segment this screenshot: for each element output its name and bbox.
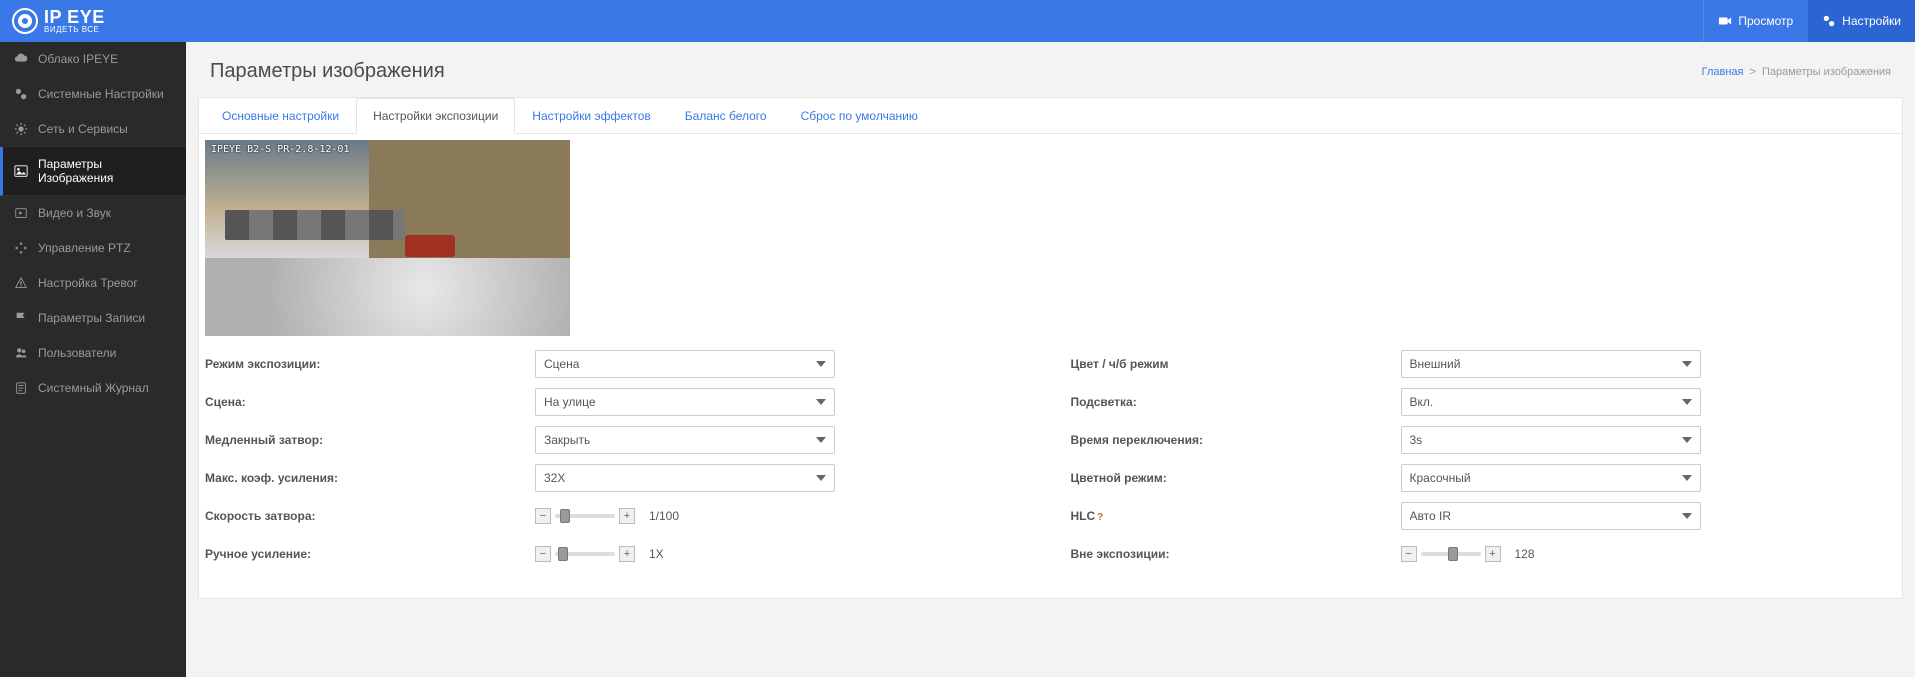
form-right-col: Цвет / ч/б режим Внешний Подсветка: Вкл.: [1071, 350, 1897, 578]
sidebar-label: Управление PTZ: [38, 241, 131, 255]
breadcrumb-sep: >: [1750, 66, 1756, 78]
minus-icon[interactable]: −: [535, 508, 551, 524]
sidebar-item-ptz[interactable]: Управление PTZ: [0, 231, 186, 266]
sidebar-label: Пользователи: [38, 346, 116, 360]
max-gain-select[interactable]: 32X: [535, 464, 835, 492]
sidebar-label: Настройка Тревог: [38, 276, 138, 290]
sidebar-item-record[interactable]: Параметры Записи: [0, 301, 186, 336]
tab-white-balance[interactable]: Баланс белого: [668, 98, 784, 134]
manual-gain-slider[interactable]: − +: [535, 546, 635, 562]
minus-icon[interactable]: −: [1401, 546, 1417, 562]
top-actions: Просмотр Настройки: [1703, 0, 1915, 42]
warning-icon: [14, 276, 28, 290]
breadcrumb-current: Параметры изображения: [1762, 66, 1891, 78]
sidebar-item-system[interactable]: Системные Настройки: [0, 77, 186, 112]
gears-icon: [14, 87, 28, 101]
manual-gain-value: 1X: [649, 547, 689, 561]
backlight-select[interactable]: Вкл.: [1401, 388, 1701, 416]
switch-time-select[interactable]: 3s: [1401, 426, 1701, 454]
logo-eye-icon: [12, 8, 38, 34]
exposure-mode-label: Режим экспозиции:: [205, 357, 535, 371]
switch-time-label: Время переключения:: [1071, 433, 1401, 447]
manual-gain-label: Ручное усиление:: [205, 547, 535, 561]
color-profile-select[interactable]: Красочный: [1401, 464, 1701, 492]
plus-icon[interactable]: +: [619, 508, 635, 524]
sidebar-item-cloud[interactable]: Облако IPEYE: [0, 42, 186, 77]
preview-overlay-text: IPEYE B2-S PR-2.8-12-01: [211, 144, 349, 155]
plus-icon[interactable]: +: [619, 546, 635, 562]
backlight-label: Подсветка:: [1071, 395, 1401, 409]
sidebar-label: Системные Настройки: [38, 87, 164, 101]
out-exposure-value: 128: [1515, 547, 1555, 561]
arrows-icon: [14, 241, 28, 255]
sidebar-label: Параметры Записи: [38, 311, 145, 325]
preview-label: Просмотр: [1738, 14, 1793, 28]
breadcrumb: Главная > Параметры изображения: [1702, 66, 1891, 78]
tab-exposure[interactable]: Настройки экспозиции: [356, 98, 515, 134]
camera-icon: [1718, 14, 1732, 28]
settings-label: Настройки: [1842, 14, 1901, 28]
form-left-col: Режим экспозиции: Сцена Сцена: На улице: [205, 350, 1031, 578]
out-exposure-slider[interactable]: − +: [1401, 546, 1501, 562]
flag-icon: [14, 311, 28, 325]
max-gain-label: Макс. коэф. усиления:: [205, 471, 535, 485]
shutter-speed-value: 1/100: [649, 509, 689, 523]
logo-title: IP EYE: [44, 8, 105, 26]
scene-select[interactable]: На улице: [535, 388, 835, 416]
shutter-speed-slider[interactable]: − +: [535, 508, 635, 524]
tab-effects[interactable]: Настройки эффектов: [515, 98, 668, 134]
sidebar-label: Системный Журнал: [38, 381, 149, 395]
slow-shutter-label: Медленный затвор:: [205, 433, 535, 447]
scene-label: Сцена:: [205, 395, 535, 409]
out-exposure-label: Вне экспозиции:: [1071, 547, 1401, 561]
sidebar-label: Видео и Звук: [38, 206, 111, 220]
color-profile-label: Цветной режим:: [1071, 471, 1401, 485]
tab-basic[interactable]: Основные настройки: [205, 98, 356, 134]
sidebar-item-log[interactable]: Системный Журнал: [0, 371, 186, 406]
shutter-speed-label: Скорость затвора:: [205, 509, 535, 523]
preview-button[interactable]: Просмотр: [1703, 0, 1807, 42]
topbar: IP EYE ВИДЕТЬ ВСЕ Просмотр Настройки: [0, 0, 1915, 42]
help-icon[interactable]: ?: [1097, 512, 1103, 523]
minus-icon[interactable]: −: [535, 546, 551, 562]
plus-icon[interactable]: +: [1485, 546, 1501, 562]
sidebar-item-image-params[interactable]: Параметры Изображения: [0, 147, 186, 196]
sidebar-item-users[interactable]: Пользователи: [0, 336, 186, 371]
sidebar-label: Параметры Изображения: [38, 157, 172, 185]
tabs: Основные настройки Настройки экспозиции …: [199, 98, 1902, 134]
hlc-select[interactable]: Авто IR: [1401, 502, 1701, 530]
sidebar-label: Облако IPEYE: [38, 52, 118, 66]
tab-reset[interactable]: Сброс по умолчанию: [784, 98, 935, 134]
gear-icon: [14, 122, 28, 136]
color-mode-label: Цвет / ч/б режим: [1071, 357, 1401, 371]
page-title: Параметры изображения: [210, 60, 445, 83]
camera-preview: IPEYE B2-S PR-2.8-12-01: [205, 140, 570, 336]
gears-icon: [1822, 14, 1836, 28]
main: Параметры изображения Главная > Параметр…: [186, 42, 1915, 677]
sidebar-item-alarm[interactable]: Настройка Тревог: [0, 266, 186, 301]
document-icon: [14, 381, 28, 395]
sidebar-label: Сеть и Сервисы: [38, 122, 128, 136]
sidebar-item-video[interactable]: Видео и Звук: [0, 196, 186, 231]
hlc-label: HLC?: [1071, 509, 1401, 523]
settings-card: Основные настройки Настройки экспозиции …: [198, 97, 1903, 599]
logo-sub: ВИДЕТЬ ВСЕ: [44, 26, 105, 34]
exposure-mode-select[interactable]: Сцена: [535, 350, 835, 378]
image-icon: [14, 164, 28, 178]
slow-shutter-select[interactable]: Закрыть: [535, 426, 835, 454]
users-icon: [14, 346, 28, 360]
color-mode-select[interactable]: Внешний: [1401, 350, 1701, 378]
breadcrumb-home[interactable]: Главная: [1702, 66, 1744, 78]
logo: IP EYE ВИДЕТЬ ВСЕ: [12, 8, 105, 34]
cloud-icon: [14, 52, 28, 66]
sidebar: Облако IPEYE Системные Настройки Сеть и …: [0, 42, 186, 677]
sidebar-item-network[interactable]: Сеть и Сервисы: [0, 112, 186, 147]
settings-button[interactable]: Настройки: [1807, 0, 1915, 42]
film-icon: [14, 206, 28, 220]
